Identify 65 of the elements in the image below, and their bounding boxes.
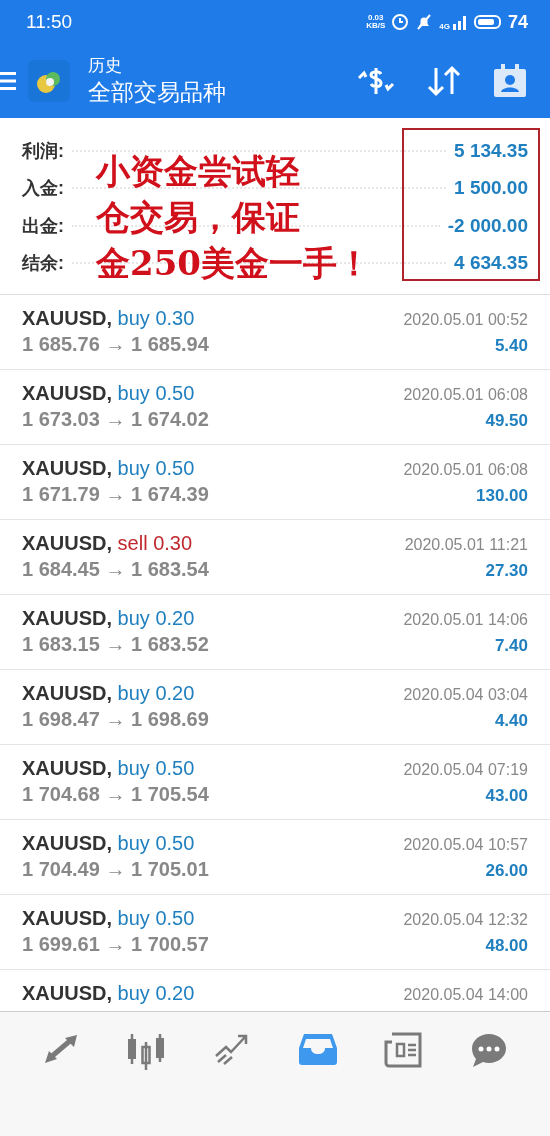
trade-symbol: XAUUSD, sell 0.30: [22, 532, 193, 555]
trade-symbol: XAUUSD, buy 0.50: [22, 757, 195, 780]
trade-symbol: XAUUSD, buy 0.20: [22, 607, 195, 630]
trade-profit: 27.30: [485, 561, 528, 581]
trade-prices: 1 704.68 → 1 705.54: [22, 783, 209, 806]
trade-symbol: XAUUSD, buy 0.50: [22, 832, 195, 855]
trade-profit: 26.00: [485, 861, 528, 881]
screen-title: 历史: [88, 55, 123, 77]
trade-prices: 1 685.76 → 1 685.94: [22, 333, 209, 356]
alarm-icon: [391, 13, 410, 31]
trade-profit: 48.00: [485, 936, 528, 956]
trade-time: 2020.05.04 07:19: [403, 761, 528, 779]
summary-label: 出金:: [22, 214, 64, 238]
promo-annotation: 金250美金一手！: [96, 242, 371, 285]
trade-time: 2020.05.04 10:57: [403, 836, 528, 854]
promo-annotation: 仓交易，保证: [96, 196, 301, 239]
network-type: 4G: [439, 21, 450, 31]
trade-prices: 1 684.45 → 1 683.54: [22, 558, 209, 581]
clock-time: 11:50: [26, 11, 73, 33]
trade-symbol: XAUUSD, buy 0.20: [22, 982, 195, 1005]
trade-prices: 1 683.15 → 1 683.52: [22, 633, 209, 656]
trade-prices: 1 698.47 → 1 698.69: [22, 708, 209, 731]
summary-label: 结余:: [22, 252, 64, 276]
app-logo-icon: [28, 60, 70, 102]
trade-prices: 1 673.03 → 1 674.02: [22, 408, 209, 431]
summary-value: 5 134.35: [454, 139, 528, 162]
trade-prices: 1 704.49 → 1 705.01: [22, 858, 209, 881]
symbol-filter-title[interactable]: 全部交易品种: [88, 77, 356, 108]
trade-time: 2020.05.01 00:52: [403, 311, 528, 329]
summary-value: 4 634.35: [454, 252, 528, 275]
trade-symbol: XAUUSD, buy 0.50: [22, 907, 195, 930]
trade-prices: 1 699.61 → 1 700.57: [22, 933, 209, 956]
summary-value: 1 500.00: [454, 177, 528, 200]
newspaper-icon[interactable]: [384, 1032, 423, 1068]
inbox-tray-icon[interactable]: [297, 1032, 338, 1066]
menu-icon[interactable]: [0, 70, 16, 92]
trade-time: 2020.05.01 14:06: [403, 611, 528, 629]
trade-profit: 7.40: [494, 636, 528, 656]
trade-time: 2020.05.04 12:32: [403, 911, 528, 929]
trade-symbol: XAUUSD, buy 0.20: [22, 682, 195, 705]
trade-time: 2020.05.01 06:08: [403, 386, 528, 404]
trade-profit: 130.00: [476, 486, 528, 506]
summary-value: -2 000.00: [447, 214, 528, 237]
promo-annotation: 小资金尝试轻: [96, 150, 301, 193]
network-speed: 0.03 KB/S: [366, 14, 386, 30]
trade-profit: 4.40: [494, 711, 528, 731]
trade-profit: 5.40: [494, 336, 528, 356]
trade-time: 2020.05.01 11:21: [404, 536, 528, 554]
battery-level: 74: [507, 11, 528, 33]
trade-symbol: XAUUSD, buy 0.30: [22, 307, 195, 330]
calendar-person-icon[interactable]: [492, 63, 528, 99]
trade-prices: 1 671.79 → 1 674.39: [22, 483, 209, 506]
trade-time: 2020.05.01 06:08: [403, 461, 528, 479]
battery-icon: [473, 14, 502, 30]
chat-bubble-icon[interactable]: [470, 1032, 509, 1068]
summary-label: 利润:: [22, 139, 64, 163]
candlestick-icon[interactable]: [126, 1032, 167, 1070]
trade-profit: 43.00: [485, 786, 528, 806]
trade-time: 2020.05.04 14:00: [403, 986, 528, 1004]
trade-symbol: XAUUSD, buy 0.50: [22, 382, 195, 405]
summary-label: 入金:: [22, 177, 64, 201]
signal-icon: [451, 14, 468, 30]
trade-profit: 49.50: [485, 411, 528, 431]
trade-symbol: XAUUSD, buy 0.50: [22, 457, 195, 480]
trade-time: 2020.05.04 03:04: [403, 686, 528, 704]
